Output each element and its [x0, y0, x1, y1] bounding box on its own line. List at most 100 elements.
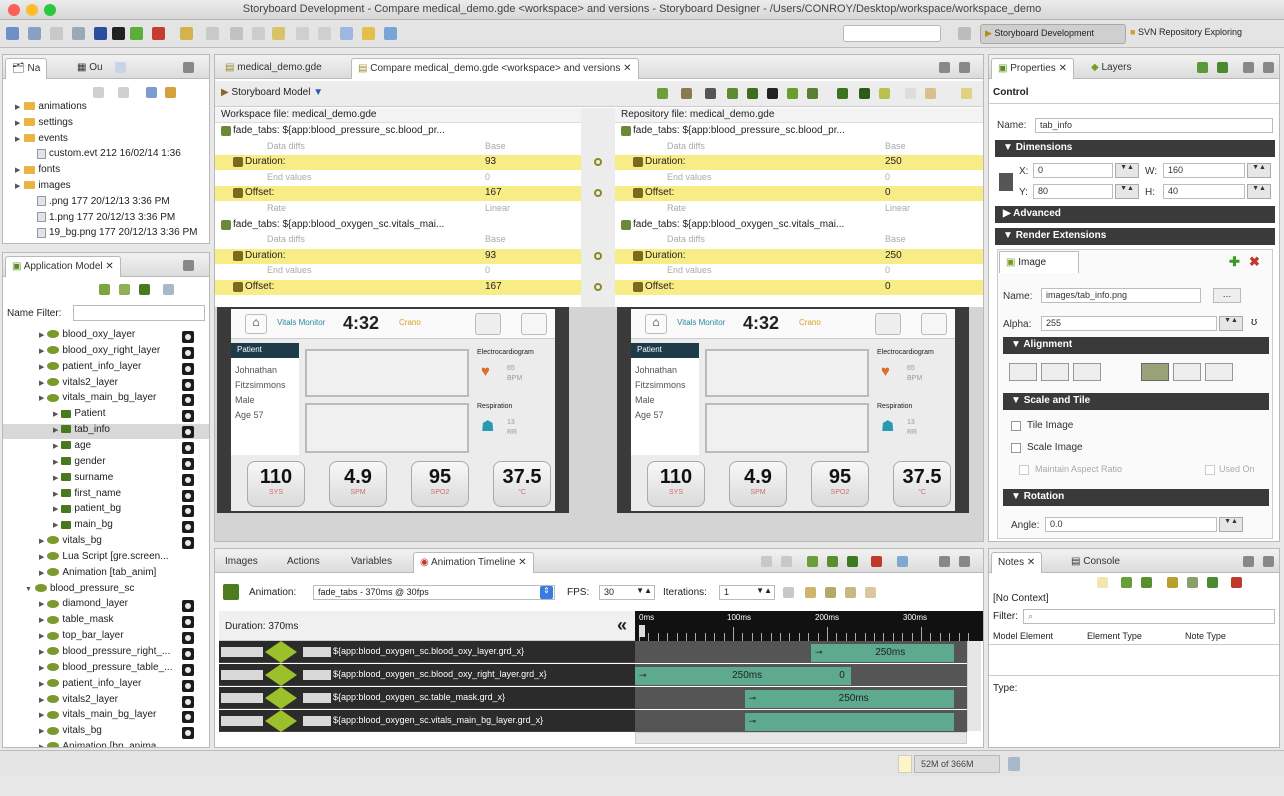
- visibility-eye-icon[interactable]: [182, 663, 194, 676]
- model-tree-item[interactable]: ▶ blood_pressure_right_...: [3, 646, 209, 661]
- home-icon[interactable]: ⌂: [245, 314, 267, 334]
- link-note-icon[interactable]: [1167, 577, 1178, 588]
- collapse-timeline-icon[interactable]: «: [617, 615, 627, 636]
- compare-row[interactable]: Duration: 93: [215, 155, 581, 171]
- model-tree-item[interactable]: ▶ top_bar_layer: [3, 630, 209, 645]
- visibility-eye-icon[interactable]: [182, 426, 194, 439]
- visibility-eye-icon[interactable]: [182, 695, 194, 708]
- open-perspective-icon[interactable]: [958, 27, 971, 40]
- delete-note-icon[interactable]: [1231, 577, 1242, 588]
- w-spinner[interactable]: ▼▲: [1247, 163, 1271, 178]
- tab-application-model[interactable]: ▣ Application Model ✕: [5, 256, 121, 277]
- model-tree-item[interactable]: ▶ first_name: [3, 488, 209, 503]
- model-tree-item[interactable]: ▶ table_mask: [3, 614, 209, 629]
- col-note-type[interactable]: Note Type: [1185, 631, 1226, 641]
- h-spinner[interactable]: ▼▲: [1247, 184, 1271, 199]
- layer-icon[interactable]: [787, 88, 798, 99]
- browse-image-button[interactable]: …: [1213, 288, 1241, 303]
- animation-step-bar[interactable]: ⊸: [744, 713, 954, 731]
- keyframe-diamond-icon[interactable]: [265, 641, 297, 663]
- add-control-icon[interactable]: [139, 284, 150, 295]
- aspect-ratio-checkbox[interactable]: [1019, 465, 1029, 475]
- section-scale-tile[interactable]: ▼ Scale and Tile: [1003, 393, 1269, 410]
- model-selector[interactable]: ▶ Storyboard Model ▼: [221, 87, 323, 98]
- copy-right-icon[interactable]: [681, 88, 692, 99]
- power-icon[interactable]: [921, 313, 947, 335]
- expand-arrow-icon[interactable]: ▼: [25, 586, 32, 593]
- tab-properties[interactable]: ▣ Properties ✕: [991, 58, 1074, 79]
- name-input[interactable]: tab_info: [1035, 118, 1273, 133]
- model-tree-item[interactable]: ▶ vitals_bg: [3, 535, 209, 550]
- nav-tree-item[interactable]: ▶ images: [15, 180, 71, 195]
- remove-extension-icon[interactable]: ✖: [1249, 254, 1260, 270]
- notes-filter-input[interactable]: ⌕: [1023, 609, 1275, 624]
- section-alignment[interactable]: ▼ Alignment: [1003, 337, 1269, 354]
- align-right-button[interactable]: [1073, 363, 1101, 381]
- model-tree-item[interactable]: ▼ blood_pressure_sc: [3, 583, 209, 598]
- img-name-input[interactable]: images/tab_info.png: [1041, 288, 1201, 303]
- add-model-icon[interactable]: [99, 284, 110, 295]
- expand-arrow-icon[interactable]: ▶: [53, 491, 58, 498]
- model-tree-item[interactable]: ▶ blood_oxy_right_layer: [3, 345, 209, 360]
- vital-value-button[interactable]: 95 SPO2: [811, 461, 869, 507]
- timeline-hscrollbar[interactable]: [635, 732, 967, 744]
- compare-row[interactable]: Rate Linear: [215, 202, 581, 217]
- model-tree-item[interactable]: ▶ vitals2_layer: [3, 377, 209, 392]
- visibility-eye-icon[interactable]: [182, 727, 194, 740]
- alpha-spinner[interactable]: ▼▲: [1219, 316, 1243, 331]
- forward-icon[interactable]: [318, 27, 331, 40]
- model-tree-item[interactable]: ▶ patient_info_layer: [3, 361, 209, 376]
- tab-layers[interactable]: ◆ Layers: [1085, 58, 1138, 79]
- link-animation-icon[interactable]: [897, 556, 908, 567]
- compare-row[interactable]: Offset: 0: [615, 186, 983, 202]
- compare-row[interactable]: Duration: 250: [615, 155, 983, 171]
- angle-input[interactable]: 0.0: [1045, 517, 1217, 532]
- expand-arrow-icon[interactable]: ▶: [39, 649, 44, 656]
- external-tools-icon[interactable]: [230, 27, 243, 40]
- model-tree-item[interactable]: ▶ Patient: [3, 408, 209, 423]
- expand-arrow-icon[interactable]: ▶: [39, 332, 44, 339]
- model-tree-item[interactable]: ▶ vitals2_layer: [3, 694, 209, 709]
- expand-arrow-icon[interactable]: ▶: [39, 617, 44, 624]
- nav-tree-item[interactable]: ▶ settings: [15, 117, 73, 132]
- tab-animation-timeline[interactable]: ◉ Animation Timeline ✕: [413, 552, 534, 573]
- edit-note-icon[interactable]: [1141, 577, 1152, 588]
- vital-value-button[interactable]: 95 SPO2: [411, 461, 469, 507]
- nav-tree-item[interactable]: .png 177 20/12/13 3:36 PM: [37, 196, 170, 211]
- visibility-eye-icon[interactable]: [182, 537, 194, 550]
- compare-row[interactable]: fade_tabs: ${app:blood_oxygen_sc.vitals_…: [215, 218, 581, 233]
- expand-arrow-icon[interactable]: ▶: [53, 427, 58, 434]
- add-note-icon[interactable]: [1121, 577, 1132, 588]
- patient-tab[interactable]: Patient: [231, 343, 299, 358]
- expand-arrow-icon[interactable]: ▶: [53, 459, 58, 466]
- nav-tree-item[interactable]: 19_bg.png 177 20/12/13 3:36 PM: [37, 227, 197, 242]
- export-note-icon[interactable]: [1207, 577, 1218, 588]
- new-icon[interactable]: [6, 27, 19, 40]
- compare-row[interactable]: Offset: 167: [215, 186, 581, 202]
- new-note-icon[interactable]: [1097, 577, 1108, 588]
- vital-value-button[interactable]: 37.5 °C: [493, 461, 551, 507]
- compare-row[interactable]: Rate Linear: [615, 202, 983, 217]
- maximize-icon[interactable]: [959, 62, 970, 73]
- visibility-eye-icon[interactable]: [182, 362, 194, 375]
- nav-tree-item[interactable]: ▶ events: [15, 133, 68, 148]
- keyframe-diamond-icon[interactable]: [265, 687, 297, 709]
- visibility-eye-icon[interactable]: [182, 457, 194, 470]
- vital-value-button[interactable]: 4.9 SPM: [329, 461, 387, 507]
- reset-icon[interactable]: [783, 587, 794, 598]
- visibility-eye-icon[interactable]: [182, 616, 194, 629]
- expand-arrow-icon[interactable]: ▶: [39, 712, 44, 719]
- variable-icon[interactable]: [859, 88, 870, 99]
- expand-arrow-icon[interactable]: ▶: [39, 348, 44, 355]
- model-tree-item[interactable]: ▶ main_bg: [3, 519, 209, 534]
- expand-arrow-icon[interactable]: ▶: [39, 697, 44, 704]
- visibility-eye-icon[interactable]: [182, 441, 194, 454]
- sync-icon[interactable]: [961, 88, 972, 99]
- forward-nav-icon[interactable]: [118, 87, 129, 98]
- animation-step-bar[interactable]: ⊸ 250ms 0: [635, 667, 851, 685]
- fps-input[interactable]: 30 ▼▲: [599, 585, 655, 600]
- heap-status[interactable]: 52M of 366M: [914, 755, 1000, 773]
- run-icon[interactable]: [130, 27, 143, 40]
- model-tree-item[interactable]: ▶ patient_info_layer: [3, 678, 209, 693]
- keyframe-diamond-icon[interactable]: [265, 710, 297, 732]
